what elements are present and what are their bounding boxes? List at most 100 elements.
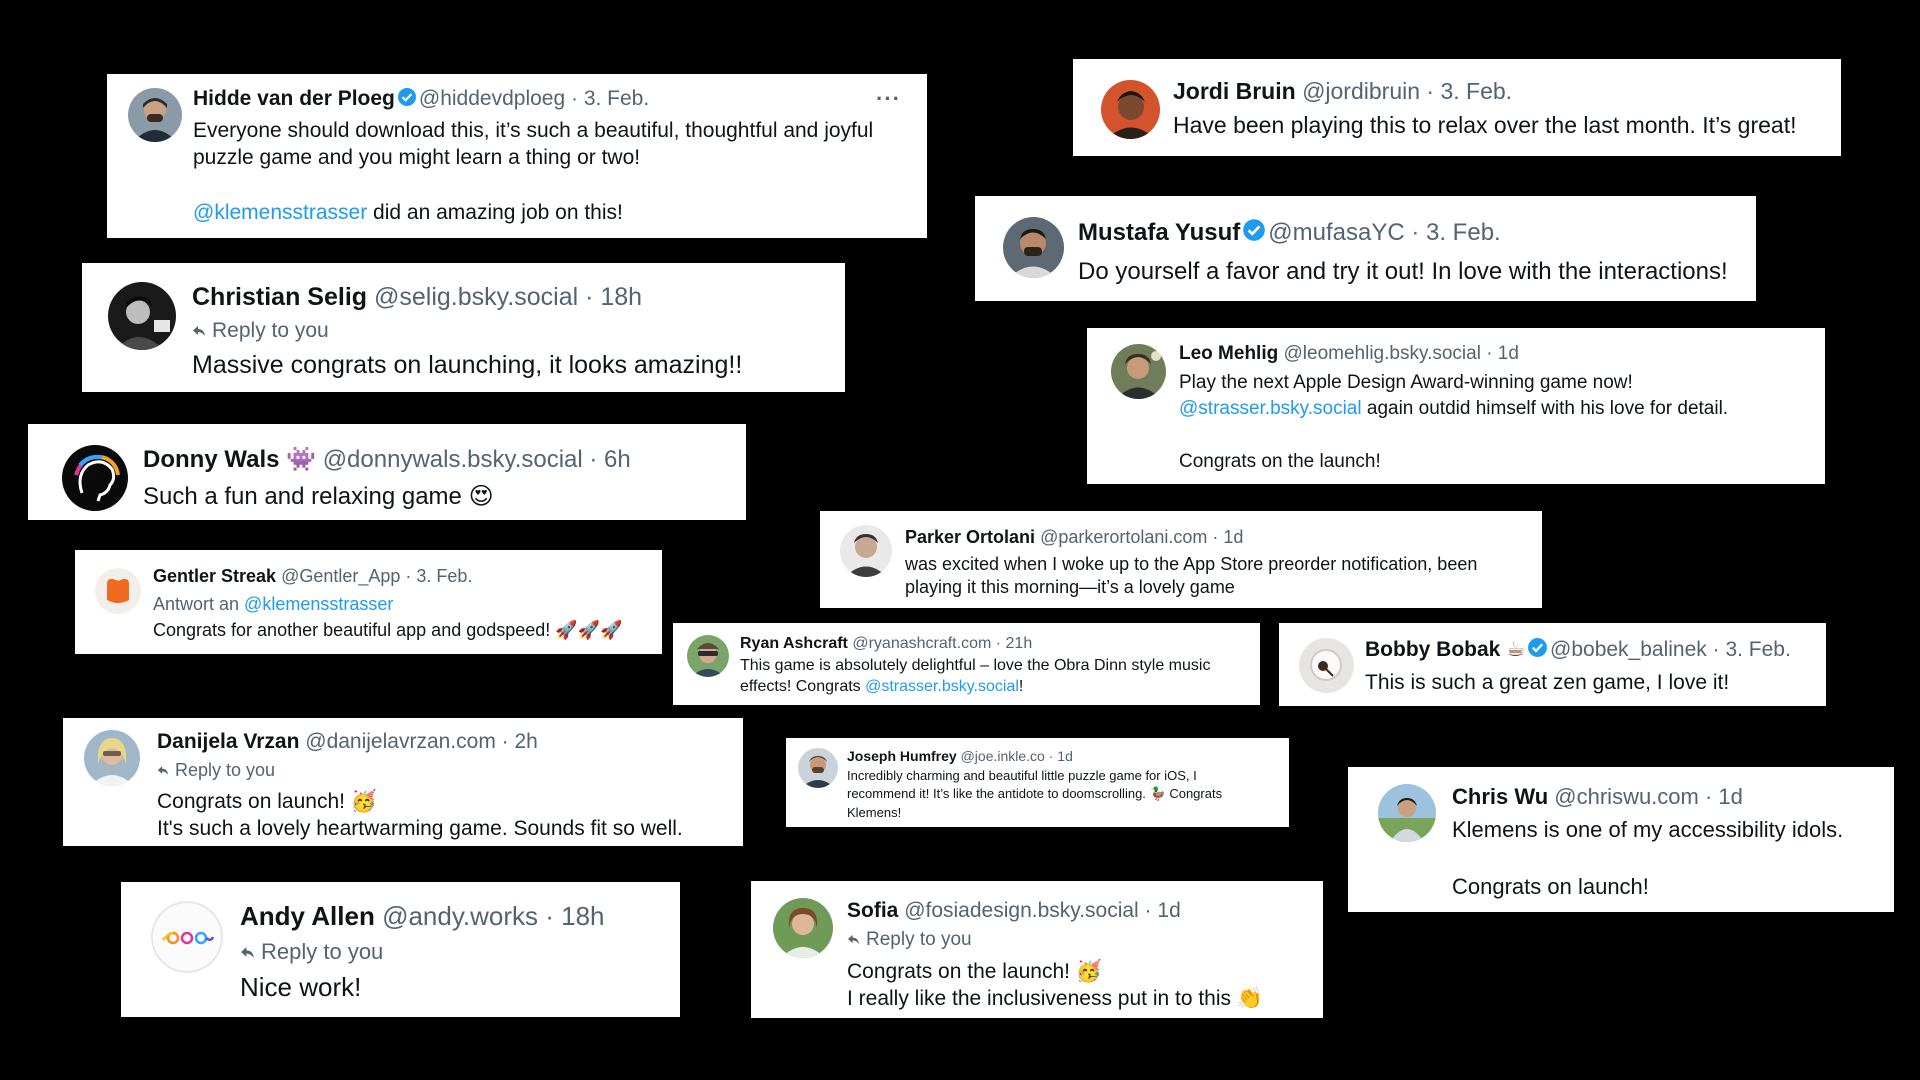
author-handle[interactable]: @jordibruin · 3. Feb. [1302, 78, 1512, 104]
post-card-christian[interactable]: Christian Selig @selig.bsky.social · 18h… [82, 263, 845, 392]
verified-badge-icon [397, 87, 417, 113]
post-card-ryan[interactable]: Ryan Ashcraft @ryanashcraft.com · 21h Th… [673, 623, 1260, 705]
post-text: Congrats on the launch! 🥳 I really like … [847, 958, 1313, 1013]
post-text-line: puzzle game and you might learn a thing … [193, 146, 641, 170]
post-text-line: Congrats on the launch! [1179, 450, 1381, 472]
post-card-jordi[interactable]: Jordi Bruin @jordibruin · 3. Feb. Have b… [1073, 59, 1841, 156]
author-handle[interactable]: @mufasaYC · 3. Feb. [1268, 219, 1500, 246]
post-text-line: playing it this morning—it’s a lovely ga… [905, 576, 1235, 597]
author-handle[interactable]: @danijelavrzan.com · 2h [305, 730, 538, 753]
author-handle[interactable]: @fosiadesign.bsky.social · 1d [904, 899, 1181, 922]
post-text: Klemens is one of my accessibility idols… [1452, 816, 1884, 901]
author-name[interactable]: Hidde van der Ploeg [193, 87, 395, 110]
post-card-leo[interactable]: Leo Mehlig @leomehlig.bsky.social · 1d P… [1087, 328, 1825, 484]
avatar[interactable] [1003, 217, 1064, 278]
post-text-line: Klemens is one of my accessibility idols… [1452, 817, 1844, 843]
post-card-andy[interactable]: Andy Allen @andy.works · 18h Reply to yo… [121, 882, 680, 1017]
mention-link[interactable]: @klemensstrasser [193, 201, 367, 224]
avatar[interactable] [1378, 784, 1436, 842]
post-card-joseph[interactable]: Joseph Humfrey @joe.inkle.co · 1d Incred… [786, 738, 1289, 827]
mention-link[interactable]: @klemensstrasser [244, 594, 393, 614]
post-text-fragment: did an amazing job on this! [367, 200, 623, 224]
more-options-icon[interactable]: ··· [876, 86, 901, 112]
reply-label: Antwort an [153, 593, 245, 614]
post-card-donny[interactable]: Donny Wals 👾 @donnywals.bsky.social · 6h… [28, 424, 746, 520]
post-card-gentler[interactable]: Gentler Streak @Gentler_App · 3. Feb. An… [75, 550, 662, 654]
avatar[interactable] [687, 635, 729, 677]
post-text: Congrats for another beautiful app and g… [153, 619, 652, 642]
clapping-hands-emoji-icon: 👏 [1236, 986, 1264, 1011]
avatar[interactable] [128, 88, 182, 142]
reply-indicator: Antwort an @klemensstrasser [153, 593, 652, 616]
post-text: This game is absolutely delightful – lov… [740, 656, 1250, 698]
author-handle[interactable]: @ryanashcraft.com · 21h [852, 635, 1032, 652]
author-name[interactable]: Christian Selig [192, 283, 367, 311]
avatar[interactable] [773, 898, 833, 958]
author-name[interactable]: Chris Wu [1452, 784, 1548, 809]
author-name[interactable]: Parker Ortolani [905, 527, 1035, 547]
avatar[interactable] [84, 730, 140, 786]
post-text: Have been playing this to relax over the… [1173, 111, 1797, 138]
avatar[interactable] [95, 568, 141, 614]
mention-link[interactable]: @strasser.bsky.social [1179, 398, 1362, 419]
post-text-fragment: Congrats on launch! [157, 789, 345, 813]
post-text: This is such a great zen game, I love it… [1365, 671, 1730, 695]
post-text-fragment: Congrats for another beautiful app and g… [153, 620, 551, 641]
author-handle[interactable]: @donnywals.bsky.social · 6h [323, 446, 631, 473]
avatar[interactable] [151, 901, 223, 973]
post-card-danijela[interactable]: Danijela Vrzan @danijelavrzan.com · 2h R… [63, 718, 743, 846]
post-text: Such a fun and relaxing game 😍 [143, 481, 736, 512]
author-name[interactable]: Gentler Streak [153, 566, 276, 586]
author-handle[interactable]: @leomehlig.bsky.social · 1d [1284, 343, 1519, 364]
author-name[interactable]: Jordi Bruin [1173, 78, 1296, 104]
avatar[interactable] [62, 445, 128, 511]
avatar[interactable] [1101, 80, 1160, 139]
post-text: Massive congrats on launching, it looks … [192, 351, 743, 380]
author-name[interactable]: Andy Allen [240, 901, 375, 931]
post-card-chris[interactable]: Chris Wu @chriswu.com · 1d Klemens is on… [1348, 767, 1894, 912]
avatar[interactable] [108, 282, 176, 350]
author-name[interactable]: Danijela Vrzan [157, 730, 299, 753]
post-card-parker[interactable]: Parker Ortolani @parkerortolani.com · 1d… [820, 511, 1542, 608]
post-card-mustafa[interactable]: Mustafa Yusuf @mufasaYC · 3. Feb. Do your… [975, 196, 1756, 301]
author-name[interactable]: Joseph Humfrey [847, 748, 957, 764]
reply-indicator: Reply to you [192, 318, 835, 344]
author-handle[interactable]: @selig.bsky.social · 18h [374, 283, 642, 311]
author-name[interactable]: Ryan Ashcraft [740, 635, 848, 652]
post-text-fragment: Congrats on the launch! [847, 959, 1070, 983]
author-name[interactable]: Donny Wals [143, 446, 279, 473]
post-text-fragment: again outdid himself with his love for d… [1361, 398, 1729, 420]
post-card-hidde[interactable]: Hidde van der Ploeg @hiddevdploeg · 3. Fe… [107, 74, 927, 238]
post-text: Do yourself a favor and try it out! In l… [1078, 257, 1728, 285]
avatar[interactable] [840, 525, 892, 577]
reply-indicator: Reply to you [847, 928, 1313, 952]
author-name[interactable]: Bobby Bobak [1365, 638, 1500, 661]
avatar[interactable] [798, 748, 838, 788]
author-handle[interactable]: @Gentler_App · 3. Feb. [281, 566, 472, 586]
duck-emoji-icon: 🦆 [1149, 786, 1166, 802]
author-handle[interactable]: @joe.inkle.co · 1d [961, 748, 1073, 764]
reply-label: Reply to you [212, 319, 329, 342]
post-text-fragment: Congrats [1165, 785, 1223, 801]
author-handle[interactable]: @andy.works · 18h [382, 901, 604, 931]
post-text: Congrats on launch! 🥳 It's such a lovely… [157, 788, 733, 843]
avatar[interactable] [1111, 344, 1166, 399]
post-text: Nice work! [240, 971, 362, 1002]
post-card-sofia[interactable]: Sofia @fosiadesign.bsky.social · 1d Repl… [751, 881, 1323, 1018]
post-text-fragment: ! [1018, 677, 1024, 695]
author-name[interactable]: Leo Mehlig [1179, 343, 1278, 364]
party-face-emoji-icon: 🥳 [350, 788, 377, 813]
post-text-fragment: Such a fun and relaxing game [143, 482, 462, 510]
mention-link[interactable]: @strasser.bsky.social [865, 678, 1019, 695]
reply-indicator: Reply to you [240, 938, 670, 966]
author-name[interactable]: Mustafa Yusuf [1078, 219, 1240, 246]
author-handle[interactable]: @parkerortolani.com · 1d [1040, 527, 1243, 547]
author-handle[interactable]: @chriswu.com · 1d [1554, 784, 1743, 809]
avatar[interactable] [1299, 638, 1354, 693]
author-name[interactable]: Sofia [847, 899, 898, 922]
reply-label: Reply to you [261, 939, 384, 965]
author-handle[interactable]: @hiddevdploeg · 3. Feb. [419, 87, 649, 110]
post-card-bobby[interactable]: Bobby Bobak ☕ @bobek_balinek · 3. Feb. Th… [1279, 623, 1826, 706]
author-handle[interactable]: @bobek_balinek · 3. Feb. [1550, 638, 1791, 661]
post-text-line: It's such a lovely heartwarming game. So… [157, 816, 683, 840]
